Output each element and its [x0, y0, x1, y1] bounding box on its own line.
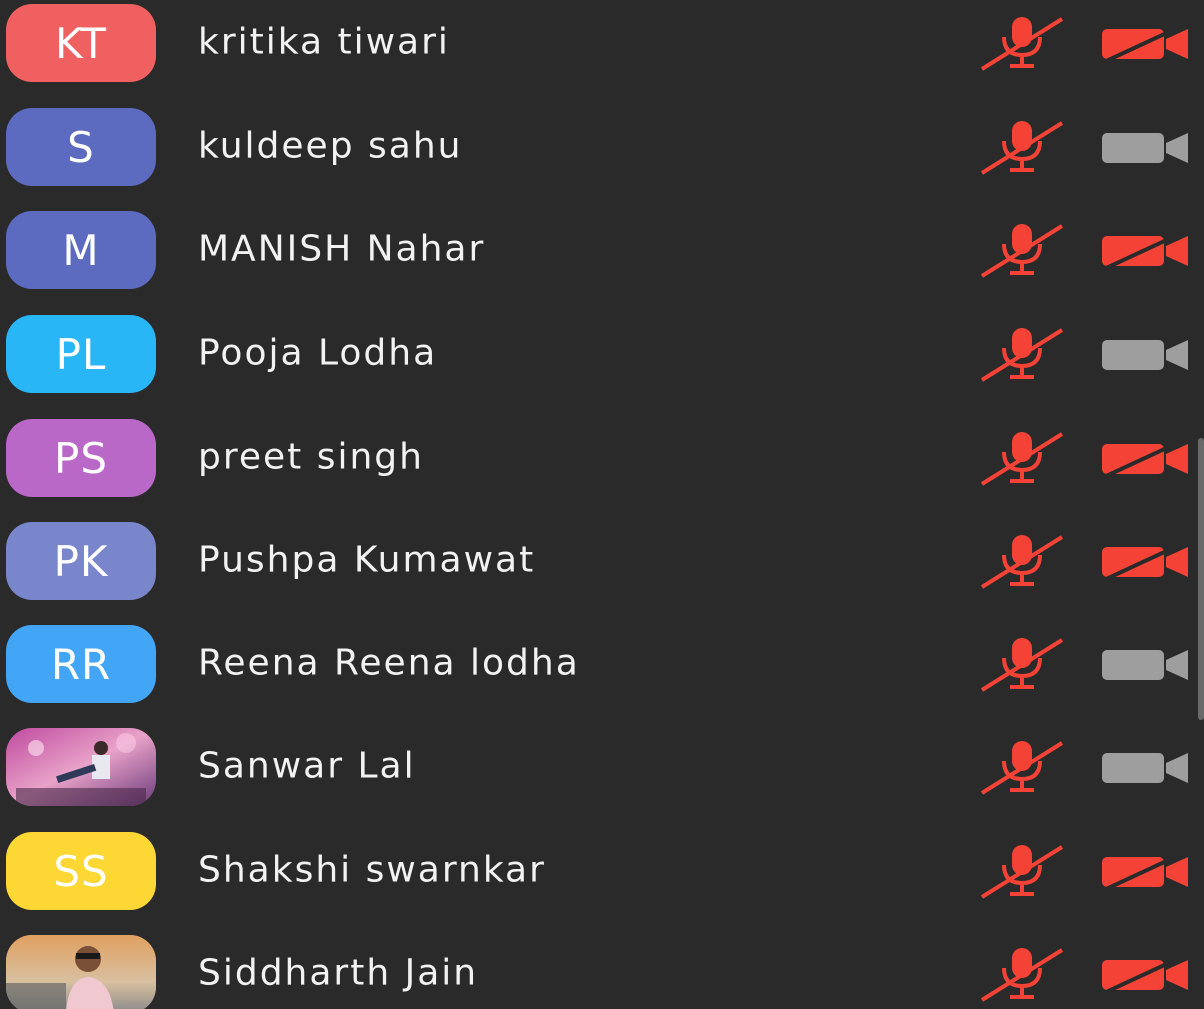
participant-name: Siddharth Jain	[198, 952, 479, 994]
avatar: SS	[6, 832, 156, 910]
participant-name: preet singh	[198, 436, 424, 478]
camera-icon[interactable]	[1100, 747, 1190, 787]
participant-name: Reena Reena lodha	[198, 642, 580, 684]
avatar-initials: PL	[55, 329, 107, 379]
mic-muted-icon[interactable]	[978, 15, 1066, 71]
camera-off-icon[interactable]	[1100, 541, 1190, 581]
camera-off-icon[interactable]	[1100, 23, 1190, 63]
avatar: PK	[6, 522, 156, 600]
camera-off-icon[interactable]	[1100, 851, 1190, 891]
avatar-initials: S	[67, 122, 95, 172]
avatar-photo	[6, 728, 156, 806]
avatar-photo	[6, 935, 156, 1009]
participant-row[interactable]: PK Pushpa Kumawat	[0, 509, 1190, 613]
participant-name: kritika tiwari	[198, 21, 450, 63]
participant-row[interactable]: S kuldeep sahu	[0, 95, 1190, 199]
camera-icon[interactable]	[1100, 334, 1190, 374]
participant-name: Sanwar Lal	[198, 745, 416, 787]
participant-row[interactable]: M MANISH Nahar	[0, 198, 1190, 302]
camera-icon[interactable]	[1100, 644, 1190, 684]
participant-name: Pushpa Kumawat	[198, 539, 536, 581]
avatar-initials: M	[62, 225, 100, 275]
mic-muted-icon[interactable]	[978, 946, 1066, 1002]
avatar-initials: PS	[54, 433, 108, 483]
avatar: M	[6, 211, 156, 289]
avatar: PS	[6, 419, 156, 497]
avatar-initials: SS	[53, 846, 109, 896]
participant-name: Pooja Lodha	[198, 332, 438, 374]
camera-off-icon[interactable]	[1100, 438, 1190, 478]
avatar-initials: KT	[55, 18, 107, 68]
mic-muted-icon[interactable]	[978, 119, 1066, 175]
participant-name: Shakshi swarnkar	[198, 849, 546, 891]
avatar-initials: RR	[50, 639, 112, 689]
participant-row[interactable]: SS Shakshi swarnkar	[0, 819, 1190, 923]
mic-muted-icon[interactable]	[978, 222, 1066, 278]
participant-row[interactable]: PS preet singh	[0, 406, 1190, 510]
avatar: S	[6, 108, 156, 186]
participant-row[interactable]: Siddharth Jain	[0, 922, 1190, 1009]
participant-row[interactable]: RR Reena Reena lodha	[0, 612, 1190, 716]
camera-off-icon[interactable]	[1100, 230, 1190, 270]
participant-row[interactable]: KT kritika tiwari	[0, 0, 1190, 95]
camera-icon[interactable]	[1100, 127, 1190, 167]
camera-off-icon[interactable]	[1100, 954, 1190, 994]
mic-muted-icon[interactable]	[978, 430, 1066, 486]
mic-muted-icon[interactable]	[978, 843, 1066, 899]
profile-photo-image	[6, 935, 156, 1009]
participant-name: kuldeep sahu	[198, 125, 463, 167]
participant-list: KT kritika tiwari S kuldeep sahu M MANIS…	[0, 0, 1204, 1009]
mic-muted-icon[interactable]	[978, 326, 1066, 382]
participant-row[interactable]: PL Pooja Lodha	[0, 302, 1190, 406]
avatar: KT	[6, 4, 156, 82]
scrollbar[interactable]	[1198, 438, 1204, 720]
avatar-initials: PK	[53, 536, 109, 586]
participant-row[interactable]: Sanwar Lal	[0, 715, 1190, 819]
mic-muted-icon[interactable]	[978, 533, 1066, 589]
profile-photo-image	[6, 728, 156, 806]
participant-name: MANISH Nahar	[198, 228, 486, 270]
mic-muted-icon[interactable]	[978, 739, 1066, 795]
avatar: PL	[6, 315, 156, 393]
avatar: RR	[6, 625, 156, 703]
mic-muted-icon[interactable]	[978, 636, 1066, 692]
